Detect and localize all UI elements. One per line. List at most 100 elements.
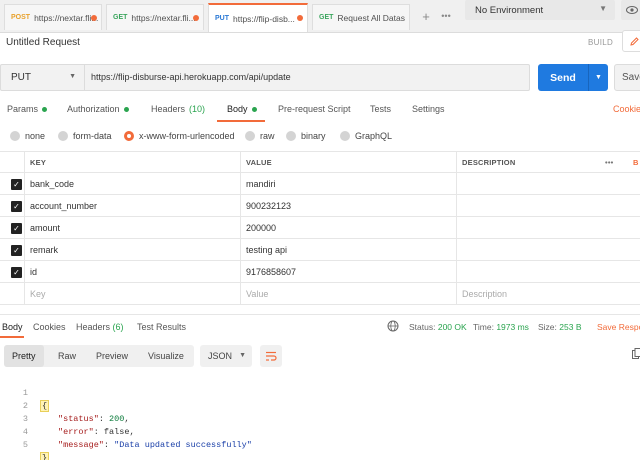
status-label: Status: [409, 322, 436, 332]
radio-label: raw [260, 131, 275, 141]
param-value[interactable]: 200000 [240, 217, 456, 239]
param-description[interactable] [456, 173, 640, 195]
chevron-down-icon: ▼ [69, 73, 76, 80]
new-description-input[interactable]: Description [456, 283, 640, 305]
param-description[interactable] [456, 261, 640, 283]
param-description[interactable] [456, 239, 640, 261]
line-number: 5 [22, 440, 28, 450]
param-value[interactable]: mandiri [240, 173, 456, 195]
request-title[interactable]: Untitled Request [6, 37, 80, 48]
param-value[interactable]: 900232123 [240, 195, 456, 217]
table-header-row: KEY VALUE DESCRIPTION ••• B [0, 151, 640, 174]
tab-response-cookies[interactable]: Cookies [33, 322, 66, 332]
radio-graphql[interactable]: GraphQL [340, 131, 392, 141]
code-line: 2 "status": 200, [0, 387, 640, 424]
more-options-icon[interactable]: ••• [600, 152, 626, 174]
globe-icon[interactable] [387, 320, 399, 334]
wrap-lines-icon[interactable] [260, 345, 282, 367]
build-label[interactable]: BUILD [588, 38, 613, 47]
tab-body[interactable]: Body [227, 104, 257, 114]
param-key[interactable]: account_number [24, 195, 240, 217]
radio-label: form-data [73, 131, 112, 141]
unsaved-dot [91, 15, 97, 21]
row-checkbox[interactable]: ✓ [11, 245, 22, 256]
tab-response-headers-label: Headers [76, 322, 111, 332]
url-input[interactable]: https://flip-disburse-api.herokuapp.com/… [91, 65, 521, 90]
tab-prerequest-label: Pre-request Script [278, 104, 351, 114]
tab-response-body[interactable]: Body [2, 322, 23, 332]
unsaved-dot [193, 15, 199, 21]
tab-params[interactable]: Params [7, 104, 48, 114]
param-key[interactable]: amount [24, 217, 240, 239]
tab-headers-label: Headers [151, 104, 186, 114]
send-button[interactable]: Send ▼ [538, 64, 608, 91]
close-brace: } [40, 452, 50, 460]
tab-options-icon[interactable]: ••• [436, 6, 456, 26]
radio-raw[interactable]: raw [245, 131, 275, 141]
url-bar: PUT ▼ https://flip-disburse-api.herokuap… [0, 64, 530, 91]
tab-post-nextar[interactable]: POST https://nextar.fli... [4, 4, 102, 30]
environment-label: No Environment [475, 4, 544, 16]
code-line: 5 } [0, 426, 640, 460]
size-label: Size: [538, 322, 557, 332]
radio-x-www-form-urlencoded[interactable]: x-www-form-urlencoded [124, 131, 235, 141]
radio-binary[interactable]: binary [286, 131, 326, 141]
param-key[interactable]: id [24, 261, 240, 283]
format-select[interactable]: JSON ▼ [200, 345, 252, 367]
row-checkbox[interactable]: ✓ [11, 223, 22, 234]
tab-tests[interactable]: Tests [370, 104, 391, 114]
format-label: JSON [208, 351, 233, 361]
response-view-toggle: Pretty Raw Preview Visualize [4, 345, 194, 367]
new-tab-icon[interactable]: + [416, 6, 436, 26]
status-value: 200 OK [437, 322, 467, 332]
json-value-message: "Data updated successfully" [114, 440, 252, 450]
tab-body-label: Body [227, 104, 248, 114]
view-preview-button[interactable]: Preview [88, 345, 136, 367]
tab-settings[interactable]: Settings [412, 104, 445, 114]
save-button[interactable]: Save [614, 64, 640, 91]
radio-form-data[interactable]: form-data [58, 131, 112, 141]
method-select[interactable]: PUT ▼ [1, 65, 85, 90]
bulk-edit-link[interactable]: B [628, 152, 640, 174]
time-value: 1973 ms [496, 322, 529, 332]
code-line: 3 "error": false, [0, 400, 640, 437]
cookies-link[interactable]: Cookies [613, 104, 640, 114]
environment-select[interactable]: No Environment ▼ [465, 0, 615, 20]
eye-icon[interactable] [621, 0, 640, 20]
radio-circle [340, 131, 350, 141]
tab-authorization[interactable]: Authorization [67, 104, 129, 114]
response-time: Time: 1973 ms [473, 322, 529, 332]
tab-label: https://nextar.fli... [131, 12, 196, 23]
edit-icon[interactable] [622, 30, 640, 52]
tab-get-nextar[interactable]: GET https://nextar.fli... [106, 4, 204, 30]
tab-get-all-datas[interactable]: GET Request All Datas [312, 4, 410, 30]
param-key[interactable]: bank_code [24, 173, 240, 195]
new-value-input[interactable]: Value [240, 283, 456, 305]
section-divider [0, 314, 640, 315]
tab-headers[interactable]: Headers (10) [151, 104, 205, 114]
row-checkbox[interactable]: ✓ [11, 179, 22, 190]
tab-test-results[interactable]: Test Results [137, 322, 186, 332]
param-description[interactable] [456, 217, 640, 239]
time-label: Time: [473, 322, 494, 332]
param-value[interactable]: 9176858607 [240, 261, 456, 283]
save-response-button[interactable]: Save Respo [597, 322, 640, 332]
table-row: ✓ amount 200000 [0, 217, 640, 239]
param-description[interactable] [456, 195, 640, 217]
row-checkbox[interactable]: ✓ [11, 267, 22, 278]
view-visualize-button[interactable]: Visualize [140, 345, 192, 367]
param-value[interactable]: testing api [240, 239, 456, 261]
copy-icon[interactable] [632, 348, 640, 362]
tab-response-headers[interactable]: Headers (6) [76, 322, 124, 332]
tab-tests-label: Tests [370, 104, 392, 114]
send-label: Send [550, 71, 576, 84]
view-pretty-button[interactable]: Pretty [4, 345, 44, 367]
tab-put-flip[interactable]: PUT https://flip-disb... [208, 3, 308, 32]
new-key-input[interactable]: Key [24, 283, 240, 305]
view-raw-button[interactable]: Raw [50, 345, 84, 367]
param-key[interactable]: remark [24, 239, 240, 261]
tab-prerequest-script[interactable]: Pre-request Script [278, 104, 351, 114]
radio-none[interactable]: none [10, 131, 45, 141]
row-checkbox[interactable]: ✓ [11, 201, 22, 212]
send-options-chevron-icon[interactable]: ▼ [588, 64, 608, 91]
